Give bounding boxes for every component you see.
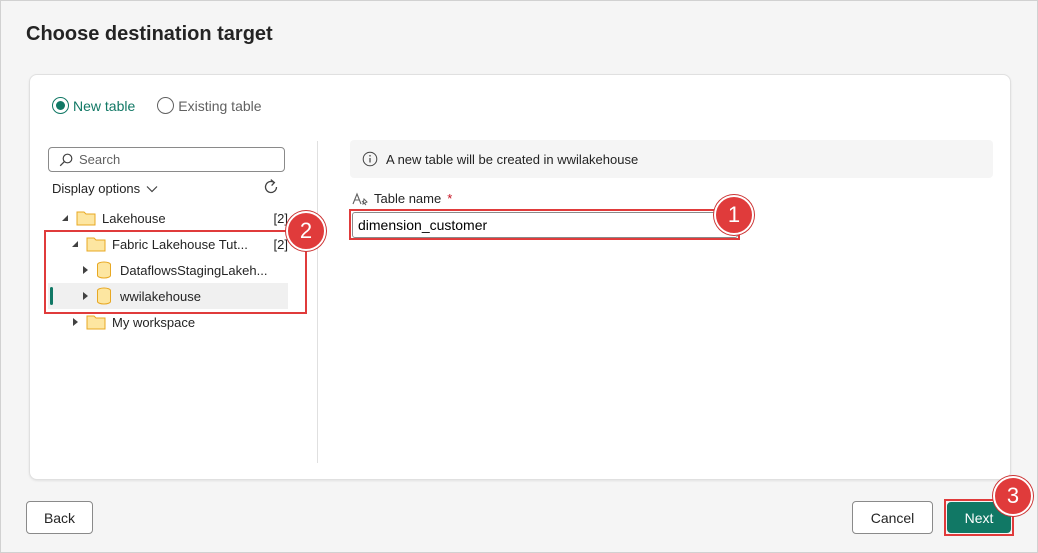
table-name-label: Table name * — [352, 191, 452, 206]
collapsed-caret-icon — [73, 318, 78, 326]
new-table-radio[interactable]: New table — [52, 97, 135, 114]
dialog-title: Choose destination target — [26, 23, 273, 45]
collapsed-caret-icon — [83, 292, 88, 300]
info-icon — [362, 151, 378, 167]
expanded-caret-icon — [72, 241, 78, 247]
dialog-frame: Choose destination target New table Exis… — [0, 0, 1038, 553]
radio-unchecked-icon — [157, 97, 175, 114]
table-mode-radio-group: New table Existing table — [52, 97, 262, 114]
text-field-icon — [352, 192, 368, 205]
lakehouse-icon — [97, 287, 111, 305]
folder-icon — [76, 211, 96, 226]
required-marker: * — [447, 191, 453, 206]
existing-table-radio[interactable]: Existing table — [157, 97, 262, 114]
tree-node-label: wwilakehouse — [120, 288, 201, 304]
display-options-label: Display options — [52, 181, 141, 196]
tree-node-label: Lakehouse — [102, 210, 166, 226]
tree-node-fabric-lakehouse-tutorial[interactable]: Fabric Lakehouse Tut... [2] — [48, 231, 288, 257]
tree-node-my-workspace[interactable]: My workspace — [48, 309, 288, 335]
folder-icon — [86, 315, 106, 330]
tree-node-label: Fabric Lakehouse Tut... — [112, 236, 248, 252]
search-input[interactable] — [79, 152, 259, 167]
tree-node-lakehouse[interactable]: Lakehouse [2] — [48, 205, 288, 231]
destination-tree: Lakehouse [2] Fabric Lakehouse Tut... [2… — [48, 205, 288, 335]
tree-node-wwilakehouse[interactable]: wwilakehouse — [48, 283, 288, 309]
info-bar: A new table will be created in wwilakeho… — [350, 140, 993, 178]
new-table-label: New table — [73, 97, 136, 114]
info-message: A new table will be created in wwilakeho… — [386, 151, 639, 167]
folder-icon — [86, 237, 106, 252]
tree-node-dataflows-staging-lakehouse[interactable]: DataflowsStagingLakeh... — [48, 257, 288, 283]
search-box[interactable] — [48, 147, 285, 172]
back-button[interactable]: Back — [26, 501, 93, 534]
display-options-dropdown[interactable]: Display options — [52, 181, 158, 196]
refresh-icon[interactable] — [261, 177, 281, 197]
cancel-button[interactable]: Cancel — [852, 501, 933, 534]
panel-divider — [317, 141, 318, 463]
tree-node-label: My workspace — [112, 314, 196, 330]
collapsed-caret-icon — [83, 266, 88, 274]
table-name-label-text: Table name — [374, 191, 442, 206]
radio-checked-icon — [52, 97, 69, 114]
existing-table-label: Existing table — [178, 97, 262, 114]
tree-node-count: [2] — [273, 236, 288, 252]
destination-panel: New table Existing table Display options — [29, 74, 1011, 480]
table-name-input[interactable] — [352, 212, 738, 238]
tree-node-label: DataflowsStagingLakeh... — [120, 262, 268, 278]
step-badge-3: 3 — [993, 476, 1033, 516]
step-badge-1: 1 — [714, 195, 754, 235]
step-badge-2: 2 — [286, 211, 326, 251]
chevron-down-icon — [146, 185, 158, 192]
lakehouse-icon — [97, 261, 111, 279]
tree-node-count: [2] — [273, 210, 288, 226]
expanded-caret-icon — [62, 215, 68, 221]
search-icon — [59, 153, 73, 166]
